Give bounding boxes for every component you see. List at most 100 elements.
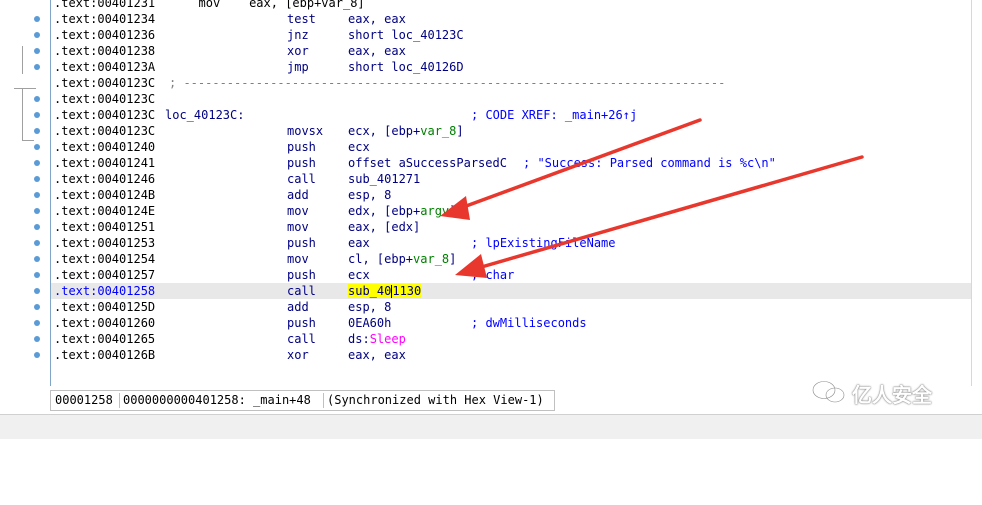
row-address: .text:00401236 <box>54 28 156 42</box>
row-operands[interactable]: ds:Sleep <box>348 331 406 347</box>
row-mnemonic: test <box>287 12 316 26</box>
operand-variable[interactable]: var_8 <box>420 124 456 138</box>
listing-row[interactable]: .text:00401238 xor eax, eax <box>51 43 971 59</box>
listing-row[interactable]: .text:0040123C loc_40123C: ; CODE XREF: _m… <box>51 107 971 123</box>
operand-text: offset aSuccessParsedC <box>348 156 507 170</box>
listing-row[interactable]: .text:00401241 push offset aSuccessParsedC… <box>51 155 971 171</box>
listing-row[interactable]: .text:00401251 mov eax, [edx] <box>51 219 971 235</box>
operand-text: eax, eax <box>348 348 406 362</box>
operand-variable[interactable]: argv <box>420 204 449 218</box>
row-operands[interactable]: cl, [ebp+var_8] <box>348 251 456 267</box>
status-divider <box>323 393 324 408</box>
listing-row-partial[interactable]: .text:00401231 mov eax, [ebp+var_8] <box>51 0 971 11</box>
row-operands[interactable]: 0EA60h <box>348 315 391 331</box>
row-operands[interactable]: edx, [ebp+argv] <box>348 203 456 219</box>
flow-dot <box>34 48 40 54</box>
flow-dot <box>34 320 40 326</box>
listing-row[interactable]: .text:00401240 push ecx <box>51 139 971 155</box>
row-comment: ; lpExistingFileName <box>471 236 616 250</box>
flow-dot <box>34 256 40 262</box>
row-address: .text:0040124B <box>54 188 156 202</box>
listing-row[interactable]: .text:0040123C movsx ecx, [ebp+var_8] <box>51 123 971 139</box>
operand-text: esp, 8 <box>348 300 392 314</box>
listing-row[interactable]: .text:0040124B add esp, 8 <box>51 187 971 203</box>
listing-row[interactable]: .text:00401236 jnz short loc_40123C <box>51 27 971 43</box>
operand-text: ecx <box>348 268 370 282</box>
operand-suffix: ] <box>449 252 457 266</box>
row-operands[interactable]: short loc_40123C <box>348 27 464 43</box>
row-mnemonic: mov <box>287 220 309 234</box>
listing-row[interactable]: .text:0040126B xor eax, eax <box>51 347 971 363</box>
highlighted-symbol[interactable]: sub_401130 <box>348 284 422 298</box>
row-mnemonic: mov <box>287 204 309 218</box>
listing-row[interactable]: .text:00401265 call ds:Sleep <box>51 331 971 347</box>
row-address: .text:0040123C <box>54 124 156 138</box>
listing-row[interactable]: .text:00401253 push eax ; lpExistingFileNam… <box>51 235 971 251</box>
row-operands[interactable]: offset aSuccessParsedC <box>348 155 507 171</box>
listing-row[interactable]: .text:00401254 mov cl, [ebp+var_8] <box>51 251 971 267</box>
listing-row[interactable]: .text:0040125D add esp, 8 <box>51 299 971 315</box>
operand-prefix: cl, [ebp+ <box>348 252 414 266</box>
flow-dot <box>34 272 40 278</box>
operand-text: short loc_40126D <box>348 60 464 74</box>
row-operands[interactable]: eax, eax <box>348 347 406 363</box>
operand-text: eax <box>348 236 370 250</box>
status-offset: 00001258 <box>55 393 113 407</box>
row-mnemonic: push <box>287 268 316 282</box>
listing-row[interactable]: .text:0040123C ; ------------------------… <box>51 75 971 91</box>
flow-line <box>22 46 23 74</box>
row-operands[interactable]: sub_401271 <box>348 171 420 187</box>
row-mnemonic: push <box>287 316 316 330</box>
row-label[interactable]: loc_40123C: <box>165 107 244 123</box>
row-operands[interactable]: esp, 8 <box>348 187 391 203</box>
row-operands[interactable]: eax, [edx] <box>348 219 420 235</box>
status-divider <box>119 393 120 408</box>
watermark-text: 亿人安全 <box>852 383 932 407</box>
row-operands[interactable]: short loc_40126D <box>348 59 464 75</box>
flow-dot <box>34 16 40 22</box>
row-mnemonic: call <box>287 332 316 346</box>
row-mnemonic: add <box>287 300 309 314</box>
listing-row[interactable]: .text:0040123A jmp short loc_40126D <box>51 59 971 75</box>
operand-text: eax, [edx] <box>348 220 421 234</box>
row-separator: ; --------------------------------------… <box>169 76 726 90</box>
flow-dot <box>34 224 40 230</box>
listing-row[interactable]: .text:00401234 test eax, eax <box>51 11 971 27</box>
operand-variable[interactable]: var_8 <box>413 252 449 266</box>
row-operands[interactable]: eax, eax <box>348 43 406 59</box>
row-mnemonic: jnz <box>287 28 309 42</box>
flow-dot <box>34 112 40 118</box>
row-address: .text:00401241 <box>54 156 156 170</box>
row-mnemonic: xor <box>287 44 309 58</box>
row-operands[interactable]: ecx <box>348 139 370 155</box>
row-address: .text:00401234 <box>54 12 156 26</box>
status-address: 0000000000401258: _main+48 <box>123 393 311 407</box>
operand-text: ecx <box>348 140 370 154</box>
operand-text: eax, eax <box>348 44 406 58</box>
listing-row[interactable]: .text:00401257 push ecx ; char <box>51 267 971 283</box>
flow-dot <box>34 32 40 38</box>
status-sync: (Synchronized with Hex View-1) <box>327 393 544 407</box>
listing-row[interactable]: .text:00401260 push 0EA60h ; dwMilliseconds <box>51 315 971 331</box>
row-address: .text:00401253 <box>54 236 156 250</box>
row-address: .text:0040123A <box>54 60 156 74</box>
partial-row-text: .text:00401231 mov eax, [ebp+var_8] <box>54 0 365 10</box>
status-bar: 00001258 0000000000401258: _main+48 (Syn… <box>50 390 555 411</box>
row-operands[interactable]: eax, eax <box>348 11 406 27</box>
row-operands[interactable]: ecx <box>348 267 370 283</box>
flow-dot <box>34 336 40 342</box>
row-operands[interactable]: eax <box>348 235 370 251</box>
listing-row[interactable]: .text:0040123C <box>51 91 971 107</box>
listing-row[interactable]: .text:0040124E mov edx, [ebp+argv] <box>51 203 971 219</box>
row-address: .text:0040126B <box>54 348 156 362</box>
row-mnemonic: push <box>287 236 316 250</box>
row-operands[interactable]: sub_401130 <box>348 283 422 299</box>
listing-row[interactable]: .text:00401246 call sub_401271 <box>51 171 971 187</box>
flow-dot <box>34 288 40 294</box>
row-operands[interactable]: ecx, [ebp+var_8] <box>348 123 464 139</box>
row-mnemonic: xor <box>287 348 309 362</box>
row-operands[interactable]: esp, 8 <box>348 299 391 315</box>
disassembly-view[interactable]: .text:00401231 mov eax, [ebp+var_8] .tex… <box>50 0 972 386</box>
operand-import[interactable]: Sleep <box>370 332 406 346</box>
listing-row[interactable]: .text:00401258 call sub_401130 <box>51 283 971 299</box>
